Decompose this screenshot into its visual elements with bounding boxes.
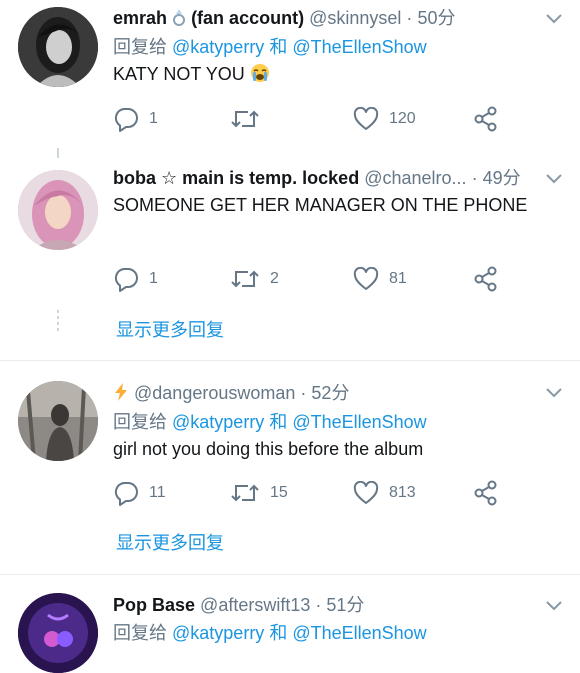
replying-to: 回复给 @katyperry 和 @TheEllenShow xyxy=(113,37,427,57)
timestamp[interactable]: 49分 xyxy=(483,168,520,188)
retweet-count: 15 xyxy=(270,484,288,501)
tweet-actions: 1 2 81 xyxy=(113,264,513,294)
share-button[interactable] xyxy=(473,104,499,134)
tweet-header: boba ☆ main is temp. locked @chanelro...… xyxy=(113,168,520,188)
handle[interactable]: @skinnysel xyxy=(309,8,401,28)
chevron-down-icon[interactable] xyxy=(544,599,564,613)
mention-link[interactable]: @katyperry xyxy=(172,37,264,57)
like-count: 120 xyxy=(389,110,416,127)
reply-count: 1 xyxy=(149,110,158,127)
reply-icon xyxy=(114,108,138,132)
retweet-button[interactable]: 2 xyxy=(230,264,279,294)
avatar-image xyxy=(18,381,98,461)
avatar-image xyxy=(18,170,98,250)
mention-link[interactable]: @TheEllenShow xyxy=(292,412,426,432)
share-icon xyxy=(474,480,497,506)
tweet-actions: 11 15 813 xyxy=(113,478,513,508)
timestamp[interactable]: 51分 xyxy=(326,595,364,615)
like-count: 813 xyxy=(389,484,416,501)
retweet-count: 2 xyxy=(270,270,279,287)
like-icon xyxy=(353,481,379,504)
share-button[interactable] xyxy=(473,264,499,294)
reply-icon xyxy=(114,482,138,506)
replying-to: 回复给 @katyperry 和 @TheEllenShow xyxy=(113,623,427,643)
retweet-button[interactable]: 15 xyxy=(230,478,288,508)
reply-button[interactable]: 11 xyxy=(113,478,166,508)
like-button[interactable]: 120 xyxy=(353,104,416,134)
reply-button[interactable]: 1 xyxy=(113,264,158,294)
mention-link[interactable]: @TheEllenShow xyxy=(292,623,426,643)
divider xyxy=(0,360,580,361)
handle[interactable]: @afterswift13 xyxy=(200,595,310,615)
display-name[interactable] xyxy=(113,383,134,403)
share-icon xyxy=(474,106,497,132)
retweet-button[interactable] xyxy=(230,104,270,134)
replying-to: 回复给 @katyperry 和 @TheEllenShow xyxy=(113,412,427,432)
tweet-header: @dangerouswoman · 52分 xyxy=(113,381,520,405)
like-count: 81 xyxy=(389,270,407,287)
like-button[interactable]: 81 xyxy=(353,264,407,294)
display-name[interactable]: emrah xyxy=(113,8,167,28)
retweet-icon xyxy=(231,110,259,128)
reply-count: 1 xyxy=(149,270,158,287)
reply-count: 11 xyxy=(149,484,166,501)
share-icon xyxy=(474,266,497,292)
share-button[interactable] xyxy=(473,478,499,508)
display-name-suffix[interactable]: (fan account) xyxy=(191,8,304,28)
tweet-text: KATY NOT YOU xyxy=(113,62,270,86)
tweet-header: emrah (fan account) @skinnysel · 50分 xyxy=(113,8,456,28)
show-more-replies-link[interactable]: 显示更多回复 xyxy=(116,529,224,555)
retweet-icon xyxy=(231,484,259,502)
reply-button[interactable]: 1 xyxy=(113,104,158,134)
tweet-text: SOMEONE GET HER MANAGER ON THE PHONE xyxy=(113,195,528,215)
ring-emoji-icon xyxy=(173,9,186,26)
avatar[interactable] xyxy=(18,593,98,673)
mention-link[interactable]: @katyperry xyxy=(172,412,264,432)
divider xyxy=(0,574,580,575)
display-name[interactable]: Pop Base xyxy=(113,595,195,615)
tweet-text: girl not you doing this before the album xyxy=(113,439,424,459)
tweet-header: Pop Base @afterswift13 · 51分 xyxy=(113,595,365,615)
avatar-image xyxy=(18,593,98,673)
handle[interactable]: @chanelro... xyxy=(364,168,466,188)
timestamp[interactable]: 50分 xyxy=(417,8,455,28)
thread-dots xyxy=(57,310,59,334)
avatar[interactable] xyxy=(18,170,98,250)
thread-line xyxy=(57,148,59,158)
chevron-down-icon[interactable] xyxy=(544,386,564,400)
mention-link[interactable]: @TheEllenShow xyxy=(292,37,426,57)
mention-link[interactable]: @katyperry xyxy=(172,623,264,643)
avatar-image xyxy=(18,7,98,87)
handle[interactable]: @dangerouswoman xyxy=(134,383,295,403)
like-icon xyxy=(353,267,379,290)
tweet-actions: 1 120 xyxy=(113,104,513,134)
chevron-down-icon[interactable] xyxy=(544,12,564,26)
crying-emoji-icon xyxy=(250,64,269,82)
chevron-down-icon[interactable] xyxy=(544,172,564,186)
lightning-icon xyxy=(115,383,127,401)
avatar[interactable] xyxy=(18,381,98,461)
like-button[interactable]: 813 xyxy=(353,478,416,508)
like-icon xyxy=(353,107,379,130)
timestamp[interactable]: 52分 xyxy=(311,383,349,403)
reply-icon xyxy=(114,268,138,292)
avatar[interactable] xyxy=(18,7,98,87)
display-name[interactable]: boba ☆ main is temp. locked xyxy=(113,168,359,188)
retweet-icon xyxy=(231,270,259,288)
show-more-replies-link[interactable]: 显示更多回复 xyxy=(116,316,224,342)
